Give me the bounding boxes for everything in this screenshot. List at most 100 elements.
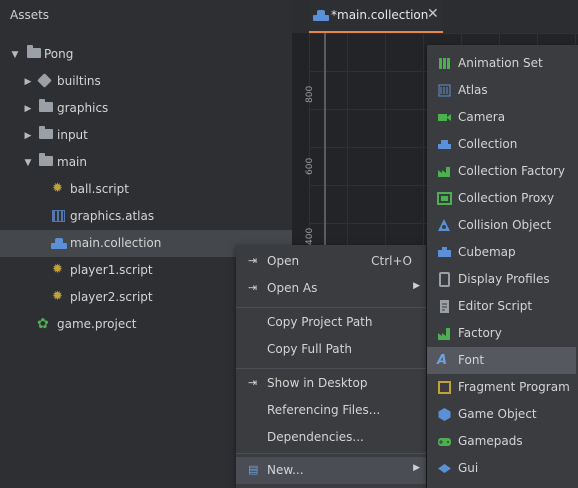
- tab-main-collection[interactable]: *main.collection ✕: [309, 0, 443, 33]
- gamepads-icon: [438, 438, 451, 446]
- tree-item-label: player2.script: [70, 290, 153, 304]
- tree-item-main[interactable]: ▼ main: [0, 149, 292, 176]
- menu-item-label: Copy Full Path: [267, 342, 352, 356]
- open-arrow-icon: ⇥: [248, 254, 258, 267]
- close-icon[interactable]: ✕: [427, 6, 439, 22]
- menu-item-label: Show in Desktop: [267, 376, 368, 390]
- submenu-item-gamepads[interactable]: Gamepads: [427, 428, 576, 455]
- assets-panel-title: Assets: [10, 8, 50, 22]
- submenu-item-atlas[interactable]: Atlas: [427, 77, 576, 104]
- expand-arrow-icon[interactable]: ▶: [23, 104, 33, 114]
- tree-item-label: Pong: [44, 47, 74, 61]
- tab-bar: *main.collection ✕: [292, 0, 578, 33]
- gui-icon: [438, 464, 451, 473]
- menu-item-open[interactable]: ⇥ Open Ctrl+O: [236, 248, 426, 275]
- tree-item-label: main.collection: [70, 236, 162, 250]
- animation-set-icon: [439, 58, 450, 69]
- cubemap-icon: [438, 247, 451, 257]
- new-file-icon: ▤: [248, 463, 259, 476]
- menu-separator: [236, 453, 426, 454]
- atlas-icon: [52, 210, 68, 224]
- tree-item-label: player1.script: [70, 263, 153, 277]
- factory-icon: [438, 328, 450, 340]
- submenu-item-cubemap[interactable]: Cubemap: [427, 239, 576, 266]
- collection-icon: [438, 140, 451, 149]
- menu-item-referencing-files[interactable]: Referencing Files...: [236, 397, 426, 424]
- expand-arrow-icon[interactable]: ▶: [23, 131, 33, 141]
- tree-item-pong[interactable]: ▼ Pong: [0, 41, 292, 68]
- context-menu: ⇥ Open Ctrl+O ⇥ Open As ▶ Copy Project P…: [236, 245, 426, 488]
- submenu-item-editor-script[interactable]: Editor Script: [427, 293, 576, 320]
- editor-script-icon: [440, 300, 449, 313]
- menu-item-label: Open: [267, 254, 300, 268]
- tree-item-label: main: [57, 155, 87, 169]
- submenu-item-label: Gamepads: [458, 434, 523, 448]
- menu-item-new[interactable]: ▤ New... ▶: [236, 457, 426, 484]
- submenu-item-label: Display Profiles: [458, 272, 550, 286]
- fragment-program-icon: [438, 381, 451, 394]
- menu-item-label: New...: [267, 463, 304, 477]
- submenu-item-animation-set[interactable]: Animation Set: [427, 50, 576, 77]
- tab-label: *main.collection: [331, 8, 429, 22]
- tree-item-graphics-atlas[interactable]: graphics.atlas: [0, 203, 292, 230]
- menu-separator: [236, 368, 426, 369]
- menu-item-copy-full-path[interactable]: Copy Full Path: [236, 336, 426, 363]
- expand-arrow-icon[interactable]: ▶: [23, 77, 33, 87]
- atlas-icon: [438, 84, 451, 97]
- submenu-item-collection[interactable]: Collection: [427, 131, 576, 158]
- submenu-item-collision-object[interactable]: Collision Object: [427, 212, 576, 239]
- folder-icon: [27, 45, 43, 60]
- font-icon: A: [437, 353, 448, 368]
- ruler-label: 600: [305, 157, 315, 175]
- submenu-item-label: Collection: [458, 137, 518, 151]
- submenu-item-display-profiles[interactable]: Display Profiles: [427, 266, 576, 293]
- collection-proxy-icon: [437, 192, 452, 205]
- submenu-item-collection-proxy[interactable]: Collection Proxy: [427, 185, 576, 212]
- menu-item-dependencies[interactable]: Dependencies...: [236, 424, 426, 451]
- tree-item-label: graphics: [57, 101, 109, 115]
- submenu-item-label: Game Object: [458, 407, 537, 421]
- tree-item-label: game.project: [57, 317, 137, 331]
- menu-separator: [236, 307, 426, 308]
- submenu-item-factory[interactable]: Factory: [427, 320, 576, 347]
- menu-item-label: Dependencies...: [267, 430, 364, 444]
- open-arrow-icon: ⇥: [248, 376, 258, 389]
- menu-item-label: Copy Project Path: [267, 315, 373, 329]
- menu-item-copy-project-path[interactable]: Copy Project Path: [236, 309, 426, 336]
- tree-item-label: builtins: [57, 74, 101, 88]
- display-profiles-icon: [439, 272, 450, 287]
- submenu-item-game-object[interactable]: Game Object: [427, 401, 576, 428]
- submenu-item-label: Cubemap: [458, 245, 516, 259]
- expand-arrow-icon[interactable]: ▼: [23, 158, 33, 168]
- submenu-item-label: Animation Set: [458, 56, 543, 70]
- folder-icon: [39, 153, 55, 168]
- game-object-icon: [438, 408, 451, 421]
- submenu-item-camera[interactable]: Camera: [427, 104, 576, 131]
- folder-icon: [39, 126, 55, 141]
- tree-item-graphics[interactable]: ▶ graphics: [0, 95, 292, 122]
- folder-icon: [39, 99, 55, 114]
- menu-item-show-in-desktop[interactable]: ⇥ Show in Desktop: [236, 370, 426, 397]
- submenu-item-gui[interactable]: Gui: [427, 455, 576, 482]
- puzzle-icon: [37, 73, 54, 88]
- tree-item-label: ball.script: [70, 182, 129, 196]
- submenu-item-label: Atlas: [458, 83, 488, 97]
- submenu-item-label: Collision Object: [458, 218, 552, 232]
- expand-arrow-icon[interactable]: ▼: [10, 50, 20, 60]
- menu-item-open-as[interactable]: ⇥ Open As ▶: [236, 275, 426, 302]
- camera-icon: [438, 114, 451, 121]
- tree-item-ball-script[interactable]: ✹ ball.script: [0, 176, 292, 203]
- ruler-label: 800: [305, 85, 315, 103]
- collision-object-icon: [438, 219, 450, 231]
- submenu-item-collection-factory[interactable]: Collection Factory: [427, 158, 576, 185]
- submenu-item-label: Collection Factory: [458, 164, 566, 178]
- submenu-item-font[interactable]: A Font: [427, 347, 576, 374]
- tree-item-input[interactable]: ▶ input: [0, 122, 292, 149]
- submenu-arrow-icon: ▶: [413, 281, 420, 291]
- collection-factory-icon: [438, 167, 450, 177]
- submenu-item-label: Camera: [458, 110, 506, 124]
- tree-item-builtins[interactable]: ▶ builtins: [0, 68, 292, 95]
- submenu-item-fragment-program[interactable]: Fragment Program: [427, 374, 576, 401]
- script-gear-icon: ✹: [52, 289, 63, 304]
- script-gear-icon: ✹: [52, 181, 63, 196]
